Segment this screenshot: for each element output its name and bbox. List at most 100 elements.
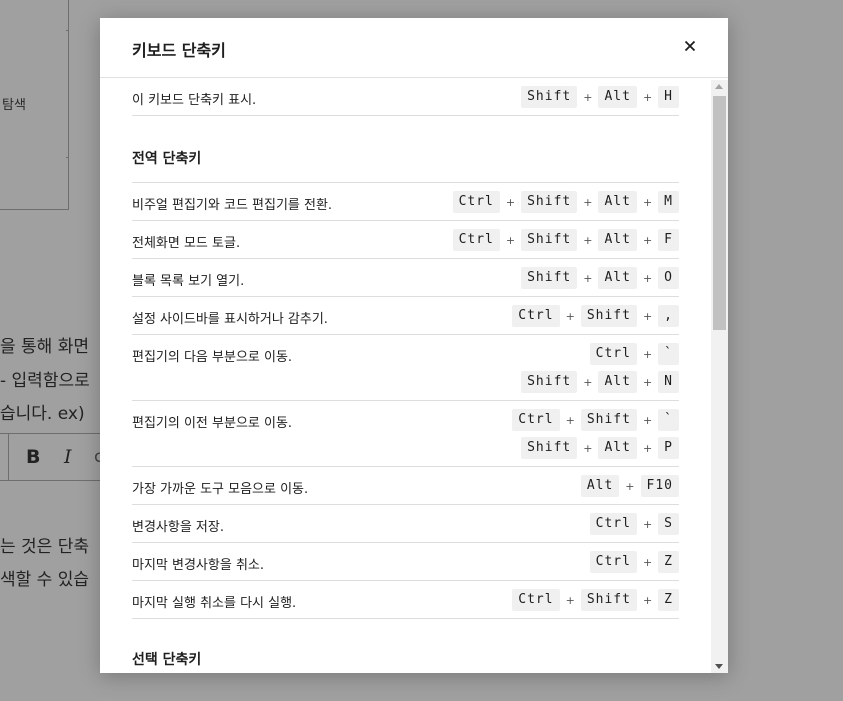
keyboard-key: Z (658, 589, 679, 611)
shortcut-key-combos: Ctrl + Z (589, 543, 679, 580)
shortcut-row: 이 키보드 단축키 표시. Shift + Alt + H (132, 78, 679, 116)
shortcut-key-combos: Ctrl + Shift + Z (512, 581, 679, 618)
shortcut-key-combos: Ctrl + Shift + Alt + F (452, 221, 679, 258)
keyboard-key: Ctrl (589, 513, 637, 535)
key-combination: Ctrl + Shift + ` (512, 409, 679, 431)
key-combination: Ctrl + Shift + Alt + F (452, 229, 679, 251)
scroll-up-arrow-icon[interactable] (715, 84, 723, 89)
key-combination: Shift + Alt + O (521, 267, 679, 289)
background-text-line: - 입력함으로 (0, 371, 90, 391)
panel-tick (66, 30, 69, 31)
plus-separator: + (642, 347, 653, 361)
close-button[interactable] (678, 34, 702, 58)
shortcut-key-combos: Shift + Alt + H (521, 78, 679, 115)
keyboard-key: Ctrl (452, 229, 500, 251)
keyboard-key: H (658, 86, 679, 108)
top-shortcuts: 이 키보드 단축키 표시. Shift + Alt + H (132, 78, 679, 116)
modal-header: 키보드 단축키 (100, 18, 728, 78)
keyboard-key: F (658, 229, 679, 251)
shortcut-description: 설정 사이드바를 표시하거나 감추기. (132, 312, 328, 327)
shortcut-description: 이 키보드 단축키 표시. (132, 93, 257, 108)
keyboard-key: ` (658, 343, 679, 365)
shortcut-description: 전체화면 모드 토글. (132, 236, 241, 251)
plus-separator: + (642, 413, 653, 427)
keyboard-key: P (658, 437, 679, 459)
key-combination: Shift + Alt + H (521, 86, 679, 108)
key-combination: Ctrl + S (589, 513, 679, 535)
plus-separator: + (642, 309, 653, 323)
keyboard-key: Shift (521, 86, 578, 108)
section-title-selection: 선택 단축키 (132, 652, 202, 668)
key-combination: Ctrl + Shift +, (512, 305, 679, 327)
shortcut-key-combos: Ctrl + ` Shift + Alt + N (521, 335, 679, 400)
key-combination: Ctrl + Shift + Alt + M (452, 191, 679, 213)
keyboard-shortcuts-modal: 키보드 단축키 이 키보드 단축키 표시. Shift + Alt + H 전역 단축키 … (100, 18, 728, 673)
shortcut-key-combos: Ctrl + Shift + ` Shift + Alt + P (512, 401, 679, 466)
shortcut-key-combos: Shift + Alt + O (521, 259, 679, 296)
background-text-line: 습니다. ex) (0, 404, 85, 424)
plus-separator: + (505, 195, 516, 209)
shortcut-row: 비주얼 편집기와 코드 편집기를 전환. Ctrl + Shift + Alt + M (132, 183, 679, 221)
keyboard-key: Shift (521, 191, 578, 213)
keyboard-key: Ctrl (589, 551, 637, 573)
shortcut-description: 비주얼 편집기와 코드 편집기를 전환. (132, 198, 333, 213)
shortcut-row: 편집기의 이전 부분으로 이동. Ctrl + Shift + ` Shift + Alt + P (132, 401, 679, 467)
keyboard-key: Shift (521, 229, 578, 251)
shortcuts-list[interactable]: 이 키보드 단축키 표시. Shift + Alt + H 전역 단축키 비주얼 편집기와… (132, 78, 679, 673)
keyboard-key: Ctrl (589, 343, 637, 365)
plus-separator: + (642, 375, 653, 389)
keyboard-key: F10 (640, 475, 679, 497)
shortcut-description: 마지막 변경사항을 취소. (132, 558, 264, 573)
background-search-label: 탐색 (2, 98, 26, 113)
plus-separator: + (642, 555, 653, 569)
keyboard-key: S (658, 513, 679, 535)
keyboard-key: Alt (598, 437, 637, 459)
keyboard-key: Ctrl (512, 589, 560, 611)
keyboard-key: Alt (598, 229, 637, 251)
section-title-global: 전역 단축키 (132, 116, 679, 183)
plus-separator: + (583, 375, 593, 389)
key-combination: Shift + Alt + N (521, 371, 679, 393)
shortcut-row: 블록 목록 보기 열기. Shift + Alt + O (132, 259, 679, 297)
shortcut-description: 변경사항을 저장. (132, 520, 224, 535)
keyboard-key: Shift (580, 305, 637, 327)
plus-separator: + (642, 517, 653, 531)
global-shortcuts: 비주얼 편집기와 코드 편집기를 전환. Ctrl + Shift + Alt + M 전체화면… (132, 183, 679, 619)
background-text-line: 색할 수 있습 (0, 570, 90, 590)
shortcut-description: 가장 가까운 도구 모음으로 이동. (132, 482, 309, 497)
bold-icon: B (26, 446, 41, 468)
shortcut-row: 마지막 변경사항을 취소. Ctrl + Z (132, 543, 679, 581)
keyboard-key: , (658, 305, 679, 327)
plus-separator: + (565, 593, 575, 607)
italic-icon: I (64, 446, 72, 468)
scrollbar[interactable] (711, 80, 728, 673)
toolbar-separator (8, 434, 9, 480)
key-combination: Ctrl + Shift + Z (512, 589, 679, 611)
shortcut-key-combos: Alt + F10 (580, 467, 679, 504)
shortcut-row: 전체화면 모드 토글. Ctrl + Shift + Alt + F (132, 221, 679, 259)
keyboard-key: M (658, 191, 679, 213)
background-toolbar: B I c (0, 433, 103, 481)
keyboard-key: Alt (598, 267, 637, 289)
shortcut-key-combos: Ctrl + Shift +, (512, 297, 679, 334)
plus-separator: + (642, 441, 653, 455)
shortcut-row: 변경사항을 저장. Ctrl + S (132, 505, 679, 543)
plus-separator: + (642, 90, 653, 104)
keyboard-key: O (658, 267, 679, 289)
keyboard-key: Ctrl (512, 305, 560, 327)
plus-separator: + (565, 309, 575, 323)
shortcut-key-combos: Ctrl + S (589, 505, 679, 542)
plus-separator: + (505, 233, 516, 247)
keyboard-key: ` (658, 409, 679, 431)
plus-separator: + (625, 479, 635, 493)
panel-tick (66, 157, 69, 158)
keyboard-key: Shift (580, 589, 637, 611)
modal-title: 키보드 단축키 (132, 41, 226, 60)
scroll-thumb[interactable] (713, 96, 726, 330)
keyboard-key: Shift (521, 437, 578, 459)
shortcut-description: 블록 목록 보기 열기. (132, 274, 245, 289)
plus-separator: + (583, 195, 593, 209)
shortcut-row: 설정 사이드바를 표시하거나 감추기. Ctrl + Shift +, (132, 297, 679, 335)
key-combination: Alt + F10 (580, 475, 679, 497)
scroll-down-arrow-icon[interactable] (715, 664, 723, 669)
